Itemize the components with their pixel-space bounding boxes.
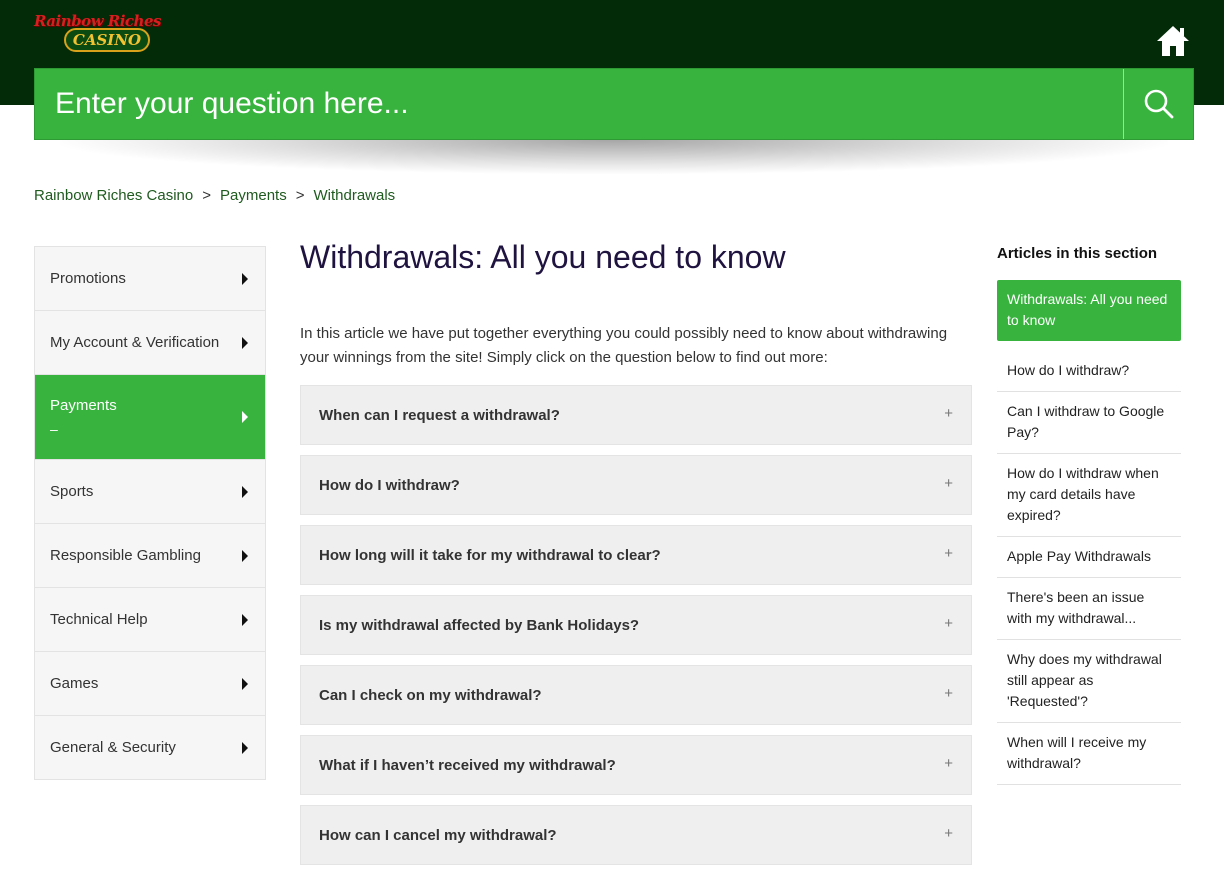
caret-right-icon — [242, 613, 248, 626]
sidebar-item-sports[interactable]: Sports — [35, 460, 265, 524]
faq-item[interactable]: Is my withdrawal affected by Bank Holida… — [300, 595, 972, 655]
faq-item[interactable]: How do I withdraw? + — [300, 455, 972, 515]
sidebar-item-label: General & Security — [50, 739, 176, 756]
section-article-link[interactable]: Why does my withdrawal still appear as '… — [997, 640, 1181, 723]
breadcrumb-separator: > — [202, 187, 212, 204]
faq-item[interactable]: Can I check on my withdrawal? + — [300, 665, 972, 725]
faq-question: Is my withdrawal affected by Bank Holida… — [319, 616, 640, 634]
faq-item[interactable]: How can I cancel my withdrawal? + — [300, 805, 972, 865]
breadcrumb-payments[interactable]: Payments — [220, 187, 287, 204]
breadcrumb: Rainbow Riches Casino > Payments > Withdrawa… — [34, 187, 395, 204]
section-article-link[interactable]: How do I withdraw when my card details h… — [997, 454, 1181, 537]
section-articles-list: Withdrawals: All you need to know How do… — [997, 280, 1181, 785]
home-button[interactable] — [1155, 24, 1191, 58]
article-title: Withdrawals: All you need to know — [300, 239, 786, 275]
faq-item[interactable]: How long will it take for my withdrawal … — [300, 525, 972, 585]
sidebar-item-games[interactable]: Games — [35, 652, 265, 716]
sidebar-item-responsible-gambling[interactable]: Responsible Gambling — [35, 524, 265, 588]
sidebar-item-label: Technical Help — [50, 611, 148, 628]
faq-question: When can I request a withdrawal? — [319, 406, 560, 424]
sidebar-item-label: Payments — [50, 397, 117, 414]
sidebar-sub-marker: – — [50, 421, 58, 437]
caret-right-icon — [242, 336, 248, 349]
category-sidebar: Promotions My Account & Verification Pay… — [34, 246, 266, 780]
section-articles-heading: Articles in this section — [997, 245, 1158, 262]
expand-plus-icon: + — [944, 615, 953, 632]
expand-plus-icon: + — [944, 405, 953, 422]
expand-plus-icon: + — [944, 685, 953, 702]
caret-right-icon — [242, 272, 248, 285]
article-intro: In this article we have put together eve… — [300, 325, 948, 366]
sidebar-item-my-account[interactable]: My Account & Verification — [35, 311, 265, 375]
casino-logo[interactable]: Rainbow Riches CASINO — [34, 12, 184, 56]
sidebar-item-label: Games — [50, 675, 99, 692]
logo-casino-badge: CASINO — [64, 28, 150, 52]
expand-plus-icon: + — [944, 475, 953, 492]
faq-item[interactable]: When can I request a withdrawal? + — [300, 385, 972, 445]
search-input[interactable] — [35, 69, 1123, 139]
search-bar — [34, 68, 1194, 140]
search-shadow — [60, 140, 1168, 174]
sidebar-item-promotions[interactable]: Promotions — [35, 247, 265, 311]
expand-plus-icon: + — [944, 755, 953, 772]
breadcrumb-separator: > — [295, 187, 305, 204]
faq-question: How long will it take for my withdrawal … — [319, 546, 661, 564]
section-article-link[interactable]: Withdrawals: All you need to know — [997, 280, 1181, 341]
caret-right-icon — [242, 485, 248, 498]
section-article-link[interactable]: How do I withdraw? — [997, 351, 1181, 392]
section-article-link[interactable]: Can I withdraw to Google Pay? — [997, 392, 1181, 454]
sidebar-item-technical-help[interactable]: Technical Help — [35, 588, 265, 652]
section-article-link[interactable]: When will I receive my withdrawal? — [997, 723, 1181, 785]
section-article-link[interactable]: Apple Pay Withdrawals — [997, 537, 1181, 578]
faq-question: How can I cancel my withdrawal? — [319, 826, 557, 844]
section-article-link[interactable]: There's been an issue with my withdrawal… — [997, 578, 1181, 640]
sidebar-item-label: Sports — [50, 483, 94, 500]
faq-question: What if I haven’t received my withdrawal… — [319, 756, 616, 774]
search-button[interactable] — [1123, 69, 1193, 139]
sidebar-item-label: My Account & Verification — [50, 334, 220, 351]
breadcrumb-withdrawals[interactable]: Withdrawals — [313, 187, 395, 204]
faq-item[interactable]: What if I haven’t received my withdrawal… — [300, 735, 972, 795]
sidebar-item-label: Responsible Gambling — [50, 547, 201, 564]
sidebar-item-label: Promotions — [50, 270, 126, 287]
faq-accordion: When can I request a withdrawal? + How do… — [300, 385, 972, 875]
caret-right-icon — [242, 741, 248, 754]
sidebar-item-general-security[interactable]: General & Security — [35, 716, 265, 779]
expand-plus-icon: + — [944, 545, 953, 562]
caret-right-icon — [242, 549, 248, 562]
home-icon — [1157, 26, 1189, 56]
search-icon — [1144, 89, 1173, 119]
faq-question: How do I withdraw? — [319, 476, 460, 494]
sidebar-item-payments[interactable]: Payments – — [35, 375, 265, 460]
caret-right-icon — [242, 677, 248, 690]
expand-plus-icon: + — [944, 825, 953, 842]
breadcrumb-home[interactable]: Rainbow Riches Casino — [34, 187, 193, 204]
caret-right-icon — [242, 411, 248, 423]
faq-question: Can I check on my withdrawal? — [319, 686, 542, 704]
